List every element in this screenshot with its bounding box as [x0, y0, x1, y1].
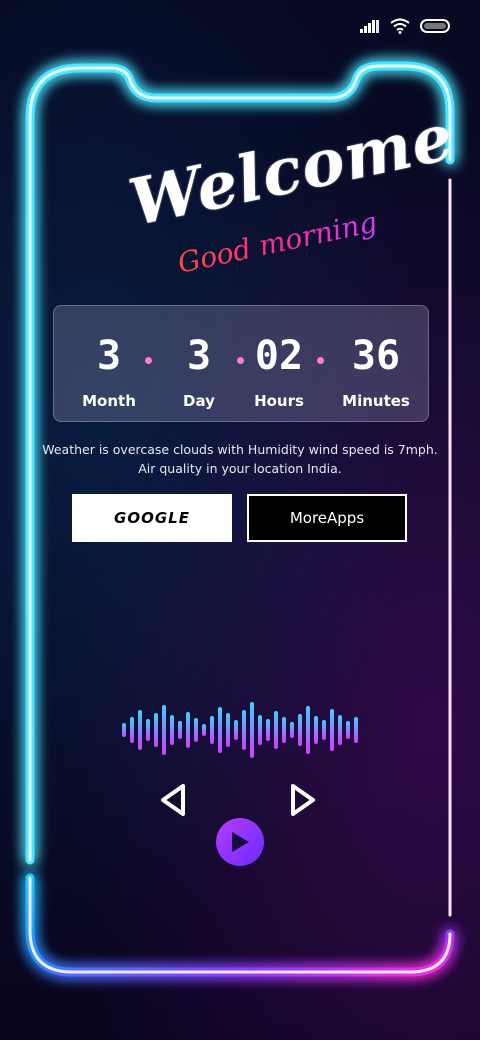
play-button[interactable] — [216, 818, 264, 866]
countdown-month: 3 Month — [64, 306, 154, 410]
waveform-bar — [202, 724, 206, 736]
next-icon[interactable] — [288, 782, 318, 818]
countdown-minutes: 36 Minutes — [331, 306, 421, 410]
waveform-bar — [234, 720, 238, 740]
waveform-bar — [282, 717, 286, 743]
waveform-bar — [186, 712, 190, 748]
waveform-bar — [290, 722, 294, 738]
waveform-bar — [178, 721, 182, 739]
waveform-bar — [130, 717, 134, 743]
waveform-bar — [154, 713, 158, 747]
waveform-bar — [354, 717, 358, 743]
separator-dot — [317, 357, 324, 364]
countdown-day: 3 Day — [154, 306, 244, 410]
waveform-bar — [322, 720, 326, 740]
countdown-hours: 02 Hours — [234, 306, 324, 410]
countdown-minutes-label: Minutes — [342, 392, 410, 410]
waveform-bar — [346, 721, 350, 739]
waveform-bar — [250, 702, 254, 758]
waveform-bar — [146, 719, 150, 741]
countdown-minutes-value: 36 — [351, 333, 401, 379]
waveform-bar — [170, 715, 174, 745]
weather-line-2: Air quality in your location India. — [138, 461, 342, 476]
waveform-bar — [314, 716, 318, 744]
waveform-bar — [242, 710, 246, 750]
waveform-bar — [138, 710, 142, 750]
more-apps-button[interactable]: MoreApps — [247, 494, 407, 542]
waveform-bar — [162, 705, 166, 755]
waveform-bar — [298, 714, 302, 746]
countdown-month-label: Month — [82, 392, 136, 410]
countdown-hours-value: 02 — [254, 333, 304, 379]
waveform-bar — [330, 709, 334, 751]
play-icon — [232, 832, 249, 852]
prev-icon[interactable] — [158, 782, 188, 818]
google-button[interactable]: GOOGLE — [72, 494, 232, 542]
audio-waveform — [122, 702, 358, 758]
waveform-bar — [274, 711, 278, 749]
weather-line-1: Weather is overcase clouds with Humidity… — [42, 442, 438, 457]
countdown-hours-label: Hours — [254, 392, 304, 410]
waveform-bar — [210, 716, 214, 744]
countdown-day-value: 3 — [186, 333, 212, 379]
countdown-panel: 3 Month 3 Day 02 Hours 36 Minutes — [53, 305, 429, 422]
waveform-bar — [258, 715, 262, 745]
waveform-bar — [266, 719, 270, 741]
waveform-bar — [218, 707, 222, 753]
waveform-bar — [194, 718, 198, 742]
waveform-bar — [226, 713, 230, 747]
waveform-bar — [122, 723, 126, 737]
waveform-bar — [306, 706, 310, 754]
countdown-day-label: Day — [183, 392, 215, 410]
separator-dot — [145, 357, 152, 364]
weather-info: Weather is overcase clouds with Humidity… — [40, 440, 440, 478]
countdown-month-value: 3 — [96, 333, 122, 379]
waveform-bar — [338, 715, 342, 745]
